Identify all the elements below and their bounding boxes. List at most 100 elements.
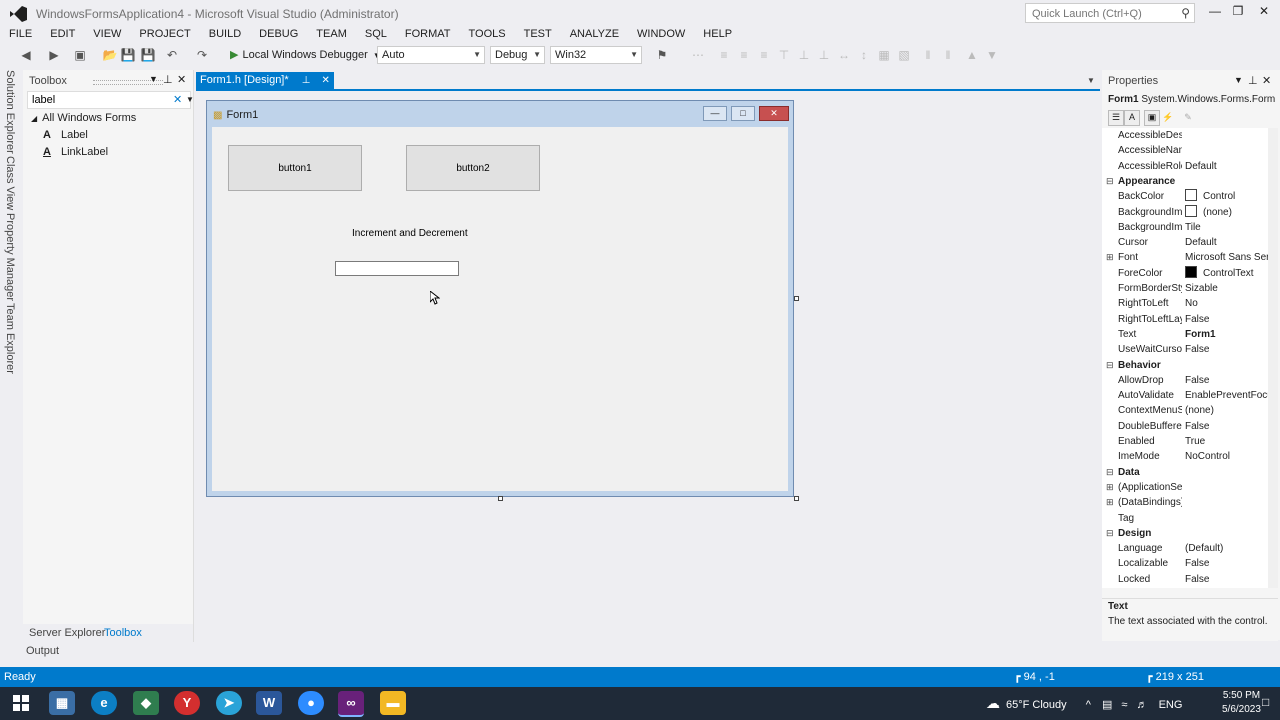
property-row[interactable]: Language (Default) <box>1102 541 1268 556</box>
property-value[interactable]: NoControl <box>1185 449 1268 464</box>
toolbox-close-icon[interactable]: ✕ <box>177 73 186 86</box>
weather-text[interactable]: 65°F Cloudy <box>1006 699 1067 711</box>
align-tops-icon[interactable]: ⊤ <box>776 47 792 63</box>
bring-to-front-icon[interactable]: ▲ <box>964 47 980 63</box>
align-middles-icon[interactable]: ⊥ <box>796 47 812 63</box>
property-value[interactable]: Default <box>1185 159 1268 174</box>
property-row[interactable]: ContextMenuStrip(none) <box>1102 403 1268 418</box>
quick-launch-box[interactable]: ⚲ <box>1025 3 1195 23</box>
output-tab[interactable]: Output <box>26 645 59 657</box>
network-icon[interactable]: ▤ <box>1102 699 1112 711</box>
property-row[interactable]: BackgroundImage(none) <box>1102 204 1268 220</box>
expand-property-icon[interactable]: ⊞ <box>1106 480 1114 495</box>
make-same-height-icon[interactable]: ↕ <box>856 47 872 63</box>
word-icon[interactable]: W <box>256 691 282 715</box>
form-minimize-icon[interactable]: — <box>703 106 727 121</box>
taskbar-clock[interactable]: 5:50 PM 5/6/2023 <box>1222 689 1261 717</box>
property-manager-tab[interactable]: Property Manager <box>4 213 16 301</box>
save-icon[interactable]: 💾 <box>120 47 136 63</box>
undo-icon[interactable]: ↶ <box>164 47 180 63</box>
menu-build[interactable]: BUILD <box>200 27 250 43</box>
collapse-category-icon[interactable]: ⊟ <box>1106 358 1114 373</box>
form-close-icon[interactable]: ✕ <box>759 106 789 121</box>
property-value[interactable]: False <box>1185 572 1268 587</box>
property-value[interactable]: (none) <box>1185 204 1268 220</box>
menu-test[interactable]: TEST <box>515 27 561 43</box>
forward-icon[interactable]: ▶ <box>46 47 62 63</box>
property-row[interactable]: Enabled True <box>1102 434 1268 449</box>
align-bottoms-icon[interactable]: ⊥ <box>816 47 832 63</box>
collapse-category-icon[interactable]: ⊟ <box>1106 526 1114 541</box>
property-row[interactable]: Text Form1 <box>1102 327 1268 342</box>
menu-edit[interactable]: EDIT <box>41 27 84 43</box>
property-row[interactable]: RightToLeft No <box>1102 296 1268 311</box>
yandex-browser-icon[interactable]: Y <box>174 691 200 715</box>
property-row[interactable]: AutoValidate EnablePreventFocusChange <box>1102 388 1268 403</box>
property-value[interactable]: ControlText <box>1185 265 1268 281</box>
button2[interactable]: button2 <box>406 145 540 191</box>
solution-config-dropdown[interactable]: Auto ▼ <box>377 46 485 64</box>
new-project-icon[interactable]: ▣ <box>72 47 88 63</box>
visual-studio-taskbar-icon[interactable]: ∞ <box>338 691 364 717</box>
property-value[interactable]: No <box>1185 296 1268 311</box>
platform-dropdown[interactable]: Win32 ▼ <box>550 46 642 64</box>
minimize-window-icon[interactable]: — <box>1204 4 1226 22</box>
make-same-size-icon[interactable]: ▦ <box>876 47 892 63</box>
property-row[interactable]: Tag <box>1102 511 1268 526</box>
menu-file[interactable]: FILE <box>0 27 41 43</box>
property-row[interactable]: ForeColor ControlText <box>1102 265 1268 281</box>
make-same-width-icon[interactable]: ↔ <box>836 47 852 63</box>
menu-view[interactable]: VIEW <box>84 27 130 43</box>
properties-view-icon[interactable]: ▣ <box>1144 110 1160 126</box>
property-value[interactable]: Microsoft Sans Serif <box>1185 250 1268 265</box>
toolbox-search-box[interactable]: ✕ ▼ <box>27 91 194 109</box>
property-value[interactable]: True <box>1185 434 1268 449</box>
menu-tools[interactable]: TOOLS <box>460 27 515 43</box>
menu-team[interactable]: TEAM <box>307 27 356 43</box>
zoom-icon[interactable]: ● <box>298 691 324 715</box>
search-options-icon[interactable]: ▼ <box>186 95 194 104</box>
redo-icon[interactable]: ↷ <box>194 47 210 63</box>
property-row[interactable]: BackgroundImageLayoutTile <box>1102 220 1268 235</box>
configuration-dropdown[interactable]: Debug ▼ <box>490 46 545 64</box>
property-category[interactable]: ⊟ Appearance <box>1102 174 1268 189</box>
property-value[interactable]: False <box>1185 419 1268 434</box>
property-value[interactable]: Form1 <box>1185 327 1268 342</box>
clear-search-icon[interactable]: ✕ <box>173 93 182 106</box>
property-value[interactable]: False <box>1185 342 1268 357</box>
windows-start-icon[interactable] <box>8 691 34 715</box>
document-tab-form1-design[interactable]: Form1.h [Design]* ⊥ ✕ <box>196 72 334 89</box>
properties-close-icon[interactable]: ✕ <box>1262 74 1271 87</box>
notifications-icon[interactable]: □ <box>1262 695 1269 709</box>
show-hidden-icons-icon[interactable]: ^ <box>1086 699 1091 711</box>
start-debugger-button[interactable]: ▶Local Windows Debugger▼ <box>230 46 381 64</box>
menu-format[interactable]: FORMAT <box>396 27 460 43</box>
git-app-icon[interactable]: ◆ <box>133 691 159 715</box>
align-lefts-icon[interactable]: ≡ <box>716 47 732 63</box>
close-tab-icon[interactable]: ✕ <box>322 75 330 86</box>
document-list-dropdown-icon[interactable]: ▼ <box>1087 76 1095 85</box>
volume-icon[interactable]: ♬ <box>1137 699 1148 711</box>
solution-explorer-tab[interactable]: Solution Explorer <box>4 70 16 154</box>
property-row[interactable]: ⊞ (ApplicationSettings) <box>1102 480 1268 495</box>
properties-pin-icon[interactable]: ⊥ <box>1248 74 1258 87</box>
save-all-icon[interactable]: 💾 <box>140 47 156 63</box>
menu-analyze[interactable]: ANALYZE <box>561 27 628 43</box>
property-row[interactable]: UseWaitCursor False <box>1102 342 1268 357</box>
toolbox-pin-icon[interactable]: ⊥ <box>163 73 173 86</box>
vertical-spacing-icon[interactable]: ‖ <box>940 47 956 63</box>
form1-client-area[interactable]: button1 button2 Increment and Decrement <box>212 127 788 491</box>
wifi-icon[interactable]: ≈ <box>1121 699 1127 711</box>
server-explorer-tab[interactable]: Server Explorer <box>29 627 105 639</box>
alphabetical-icon[interactable]: A <box>1124 110 1140 126</box>
toolbox-item-label[interactable]: A Label <box>43 129 88 141</box>
property-row[interactable]: Cursor Default <box>1102 235 1268 250</box>
input-language[interactable]: ENG <box>1159 699 1183 711</box>
menu-help[interactable]: HELP <box>694 27 741 43</box>
form-maximize-icon[interactable]: □ <box>731 106 755 121</box>
property-row[interactable]: Locked False <box>1102 572 1268 587</box>
property-row[interactable]: AccessibleDescription <box>1102 128 1268 143</box>
form1-window[interactable]: ▩ Form1 — □ ✕ button1 button2 Increment a… <box>206 100 794 497</box>
property-row[interactable]: Localizable False <box>1102 556 1268 571</box>
expand-property-icon[interactable]: ⊞ <box>1106 250 1114 265</box>
